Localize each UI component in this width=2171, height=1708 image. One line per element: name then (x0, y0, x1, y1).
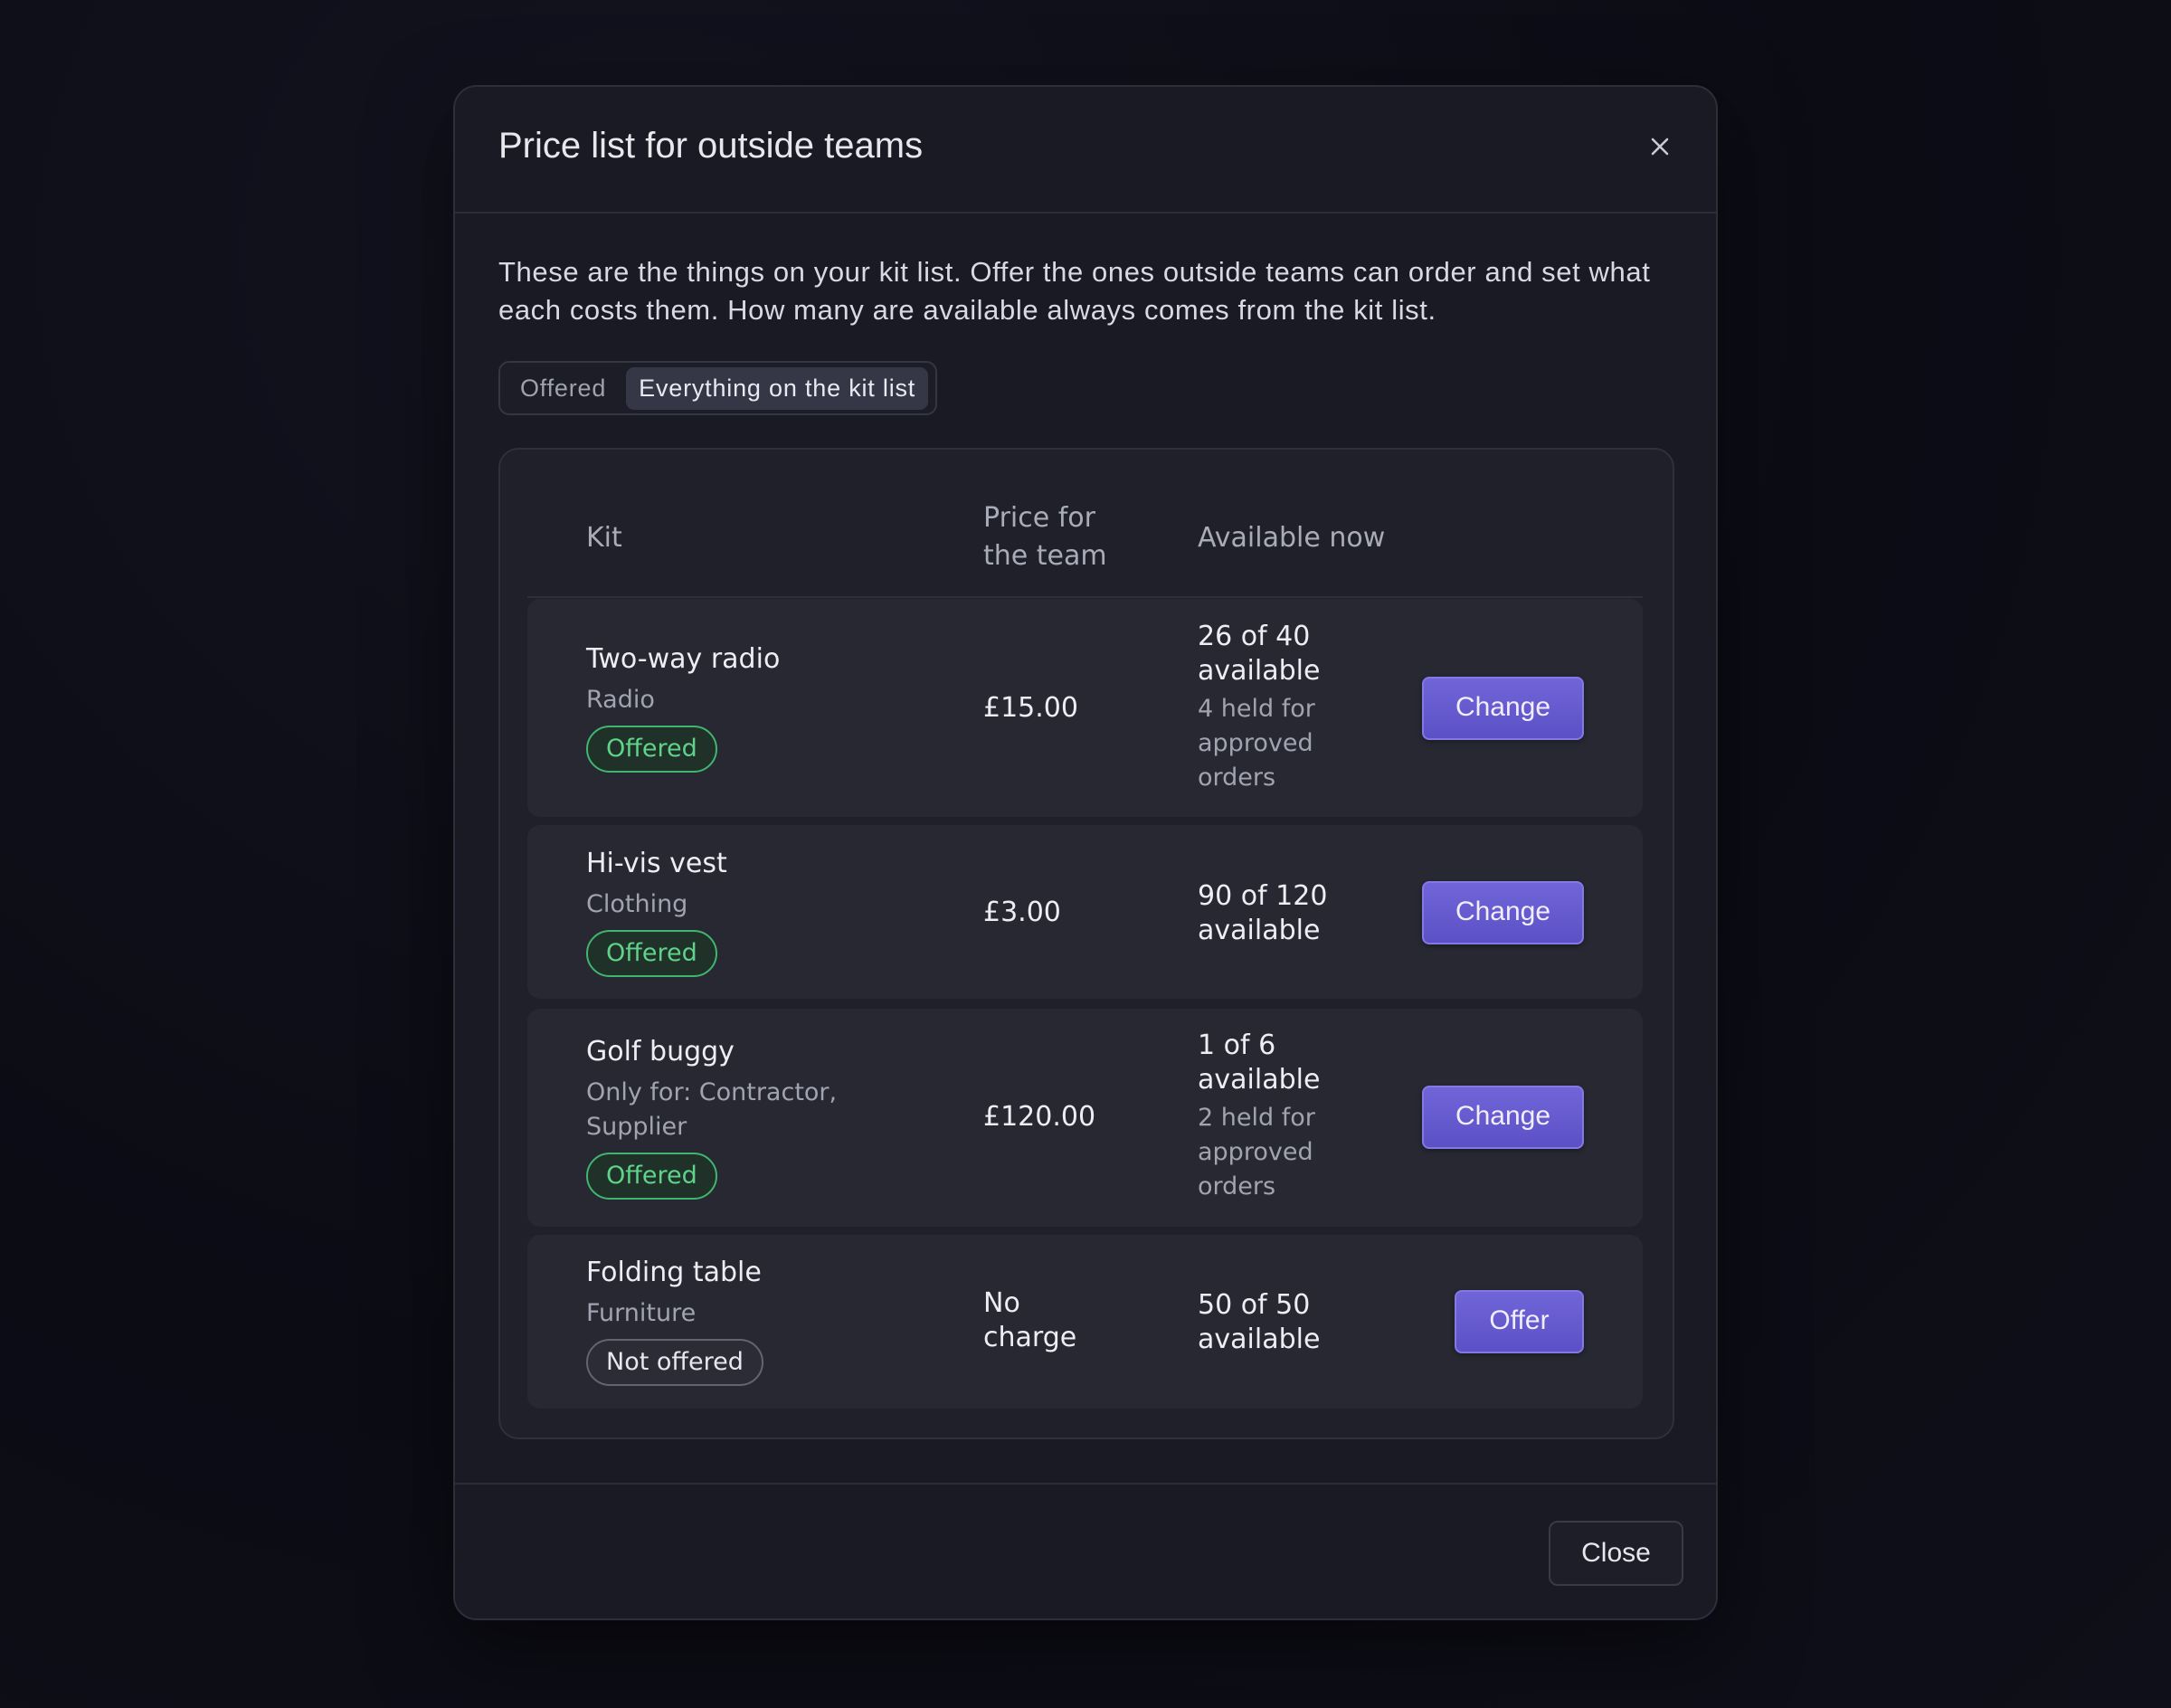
kit-name: Hi-vis vest (586, 848, 727, 879)
kit-name: Two-way radio (586, 643, 781, 675)
dialog-intro: These are the things on your kit list. O… (498, 256, 1651, 326)
price-line: charge (983, 1322, 1077, 1353)
category-line: Only for: Contractor, (586, 1078, 838, 1106)
status-badge: Not offered (586, 1339, 763, 1386)
kit-category: Clothing (586, 890, 688, 918)
held-line: orders (1198, 764, 1276, 792)
kit-price: No charge (983, 1286, 1076, 1355)
change-button[interactable]: Change (1422, 881, 1584, 944)
kit-category: Radio (586, 686, 655, 714)
change-button[interactable]: Change (1422, 1086, 1584, 1149)
kit-held: 2 held for approved orders (1198, 1101, 1315, 1204)
available-line: 50 of 50 (1198, 1289, 1311, 1321)
close-button[interactable]: Close (1549, 1521, 1683, 1586)
kit-price: £3.00 (983, 897, 1061, 928)
view-filter: Offered Everything on the kit list (498, 361, 938, 415)
kit-category: Only for: Contractor, Supplier (586, 1076, 837, 1144)
kit-category: Furniture (586, 1299, 697, 1327)
kit-price: £15.00 (983, 692, 1078, 724)
dialog-title: Price list for outside teams (498, 126, 924, 166)
available-line: available (1198, 655, 1321, 687)
held-line: orders (1198, 1172, 1276, 1200)
status-badge: Offered (586, 930, 717, 977)
header-price: Price for the team (983, 499, 1107, 575)
header-price-line: the team (983, 540, 1107, 572)
kit-available: 1 of 6 available (1198, 1029, 1320, 1097)
filter-everything[interactable]: Everything on the kit list (626, 366, 929, 410)
kit-held: 4 held for approved orders (1198, 692, 1315, 795)
status-badge: Offered (586, 726, 717, 773)
offer-button[interactable]: Offer (1455, 1290, 1584, 1353)
filter-offered[interactable]: Offered (520, 375, 606, 403)
kit-available: 90 of 120 available (1198, 879, 1327, 948)
header-price-line: Price for (983, 502, 1095, 534)
header-kit: Kit (586, 522, 622, 554)
available-line: 90 of 120 (1198, 880, 1328, 912)
available-line: available (1198, 915, 1321, 946)
held-line: 2 held for (1198, 1104, 1315, 1132)
kit-price: £120.00 (983, 1101, 1096, 1133)
change-button[interactable]: Change (1422, 677, 1584, 740)
dialog-footer-divider (455, 1483, 1716, 1485)
dialog-header: Price list for outside teams (455, 87, 1716, 214)
kit-available: 50 of 50 available (1198, 1288, 1320, 1357)
category-line: Supplier (586, 1113, 687, 1141)
available-line: 1 of 6 (1198, 1030, 1276, 1061)
close-icon[interactable] (1645, 132, 1674, 161)
header-available: Available now (1198, 522, 1386, 554)
held-line: approved (1198, 1138, 1313, 1166)
available-line: available (1198, 1064, 1321, 1096)
available-line: available (1198, 1324, 1321, 1355)
price-line: No (983, 1287, 1020, 1319)
kit-name: Golf buggy (586, 1036, 735, 1068)
held-line: approved (1198, 729, 1313, 757)
status-badge: Offered (586, 1153, 717, 1200)
available-line: 26 of 40 (1198, 621, 1311, 652)
kit-name: Folding table (586, 1257, 762, 1288)
kit-available: 26 of 40 available (1198, 620, 1320, 688)
held-line: 4 held for (1198, 695, 1315, 723)
table-header-divider (527, 596, 1643, 598)
